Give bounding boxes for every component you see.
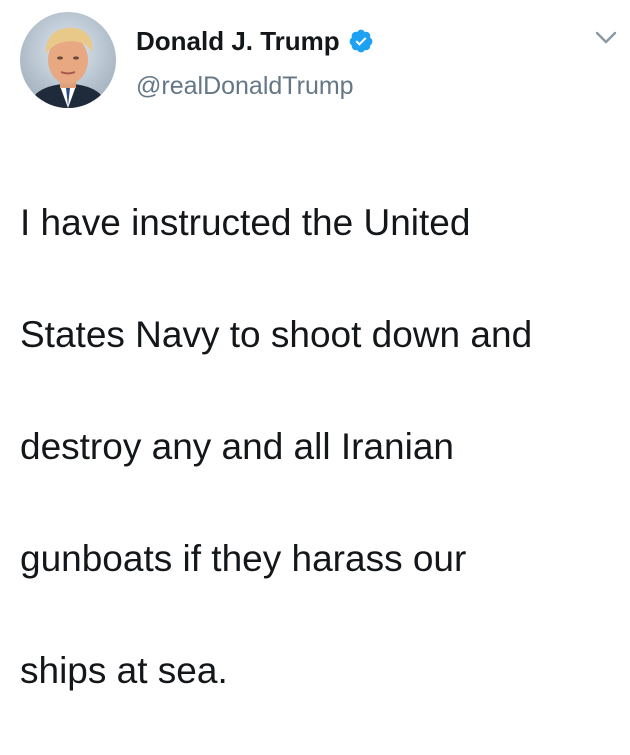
avatar[interactable]	[20, 12, 116, 108]
account-names: Donald J. Trump @realDonaldTrump	[136, 24, 374, 102]
username-handle[interactable]: @realDonaldTrump	[136, 70, 374, 102]
tweet-card: Donald J. Trump @realDonaldTrump I have …	[0, 0, 630, 691]
verified-badge-icon	[348, 28, 374, 54]
name-row: Donald J. Trump	[136, 24, 374, 58]
tweet-text: I have instructed the United States Navy…	[20, 139, 620, 755]
tweet-text-line: I have instructed the United	[20, 202, 471, 243]
avatar-image	[20, 12, 116, 108]
tweet-text-line: gunboats if they harass our	[20, 538, 467, 579]
tweet-text-line: ships at sea.	[20, 650, 228, 691]
chevron-down-icon[interactable]	[594, 30, 618, 46]
tweet-text-line: destroy any and all Iranian	[20, 426, 454, 467]
display-name[interactable]: Donald J. Trump	[136, 24, 340, 58]
tweet-text-line: States Navy to shoot down and	[20, 314, 533, 355]
